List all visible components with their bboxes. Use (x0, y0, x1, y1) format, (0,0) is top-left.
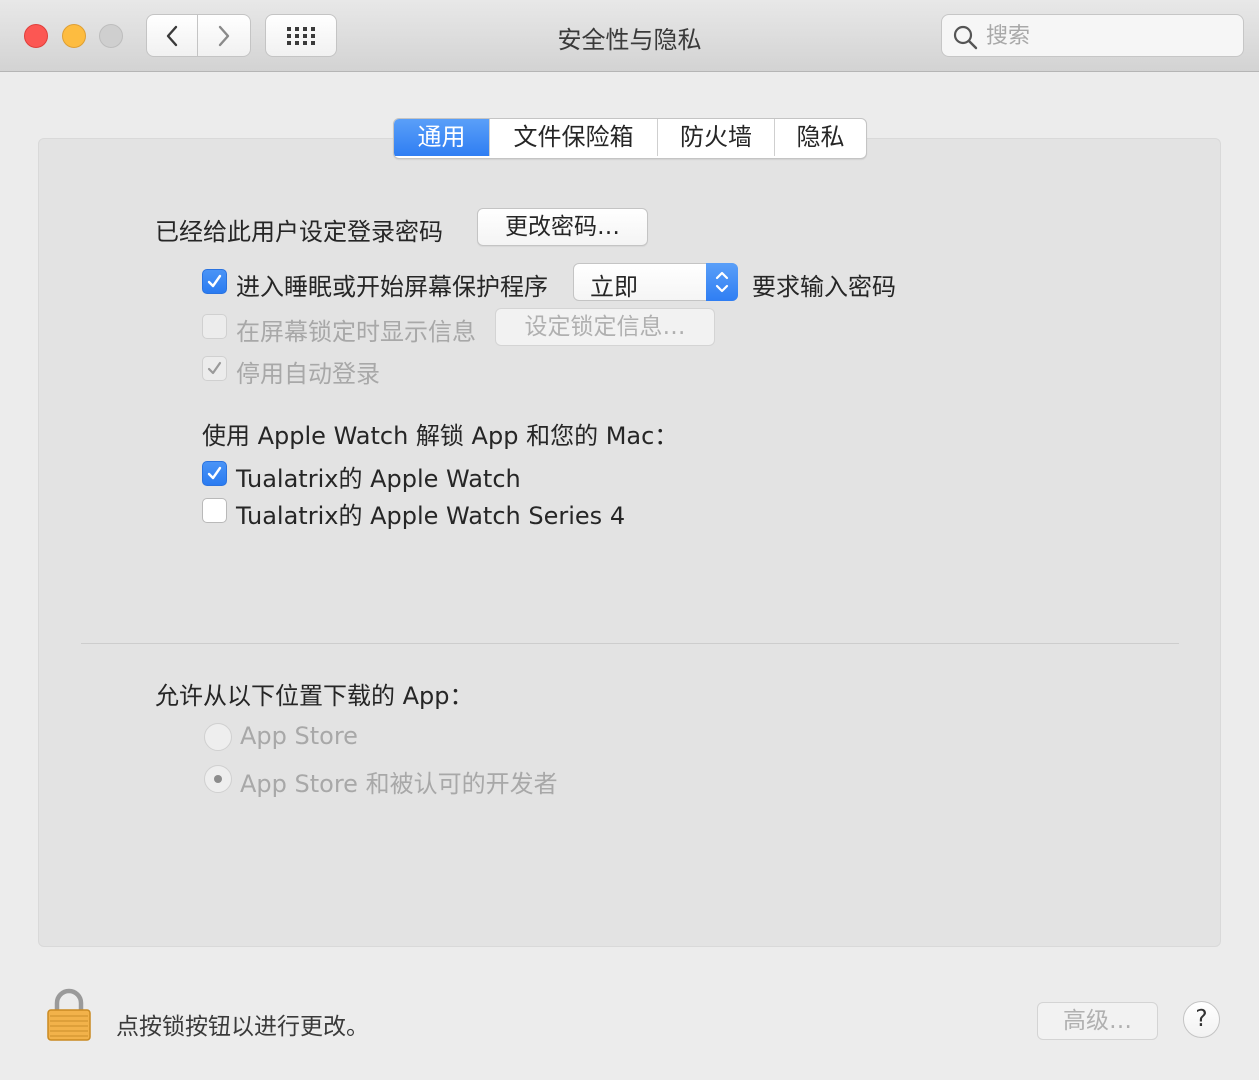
change-password-button[interactable]: 更改密码… (477, 208, 648, 246)
help-button[interactable]: ? (1183, 1001, 1220, 1038)
checkmark-icon (207, 361, 222, 375)
app-store-label: App Store (240, 722, 358, 750)
apple-watch-label: Tualatrix的 Apple Watch (236, 465, 521, 493)
apple-watch-heading: 使用 Apple Watch 解锁 App 和您的 Mac： (202, 422, 679, 450)
app-store-identified-radio[interactable] (204, 765, 232, 793)
search-input[interactable] (984, 21, 1238, 51)
allow-apps-heading: 允许从以下位置下载的 App： (155, 682, 474, 710)
checkmark-icon (207, 274, 222, 288)
padlock-icon[interactable] (46, 988, 92, 1046)
tab-filevault[interactable]: 文件保险箱 (489, 119, 657, 156)
content-panel (38, 138, 1221, 947)
search-field[interactable] (941, 14, 1244, 57)
lock-hint-text: 点按锁按钮以进行更改。 (116, 1014, 369, 1040)
password-delay-value: 立即 (590, 273, 638, 301)
apple-watch-checkbox[interactable] (202, 461, 227, 486)
tab-bar: 通用 文件保险箱 防火墙 隐私 (393, 118, 867, 159)
disable-auto-login-checkbox[interactable] (202, 356, 227, 381)
section-divider (81, 643, 1179, 644)
show-message-checkbox[interactable] (202, 314, 227, 339)
password-set-label: 已经给此用户设定登录密码 (155, 218, 443, 246)
require-password-label: 进入睡眠或开始屏幕保护程序 (236, 273, 548, 301)
show-message-label: 在屏幕锁定时显示信息 (236, 318, 476, 346)
apple-watch-series4-label: Tualatrix的 Apple Watch Series 4 (236, 502, 626, 530)
radio-selected-dot (214, 775, 222, 783)
apple-watch-series4-checkbox[interactable] (202, 498, 227, 523)
tab-privacy[interactable]: 隐私 (774, 119, 866, 156)
tab-general[interactable]: 通用 (394, 119, 489, 156)
window-titlebar: 安全性与隐私 (0, 0, 1259, 72)
password-delay-popup[interactable]: 立即 (573, 263, 738, 301)
app-store-radio[interactable] (204, 723, 232, 751)
search-icon (953, 25, 978, 50)
advanced-button[interactable]: 高级… (1037, 1002, 1158, 1040)
disable-auto-login-label: 停用自动登录 (236, 360, 380, 388)
popup-arrows-icon (706, 263, 738, 301)
require-password-suffix: 要求输入密码 (752, 273, 896, 301)
checkmark-icon (207, 466, 222, 480)
require-password-checkbox[interactable] (202, 269, 227, 294)
set-lock-message-button[interactable]: 设定锁定信息… (495, 308, 715, 346)
app-store-identified-label: App Store 和被认可的开发者 (240, 770, 558, 798)
tab-firewall[interactable]: 防火墙 (657, 119, 774, 156)
